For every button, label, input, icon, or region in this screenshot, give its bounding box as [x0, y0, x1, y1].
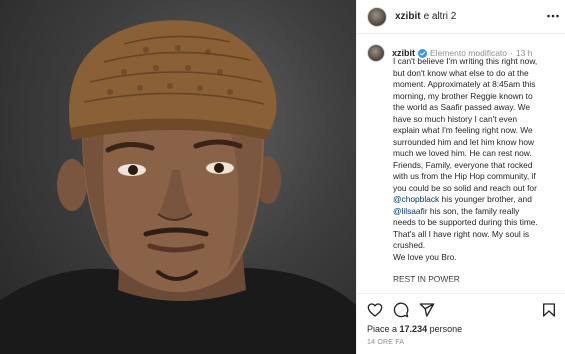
caption-line: crushed.: [393, 240, 426, 250]
caption-line: @lilsaafir his son, the family really: [393, 206, 561, 218]
header-username[interactable]: xzibit: [395, 11, 421, 22]
caption-line: I can't believe I'm writing this right n…: [393, 56, 538, 66]
caption-line: much we loved him. He can rest now.: [393, 148, 532, 158]
caption-area[interactable]: xzibit Elemento modificato · 13 h I can'…: [357, 35, 565, 293]
portrait-illustration: [0, 20, 356, 354]
caption-line-rest: his son, the family really: [427, 205, 520, 216]
header-others[interactable]: e altri 2: [424, 11, 457, 22]
mention-link[interactable]: @chopblack: [393, 194, 439, 204]
caption-line: We love you Bro.: [393, 251, 457, 262]
likes-count[interactable]: Piace a 17.234 persone: [367, 324, 462, 334]
save-button[interactable]: [541, 302, 557, 318]
caption-avatar[interactable]: [367, 44, 385, 62]
like-button[interactable]: [367, 302, 383, 318]
action-bar: [357, 293, 565, 325]
post-sidebar: xzibit e altri 2 xzibit Elemento modific…: [356, 0, 565, 354]
caption-line: That's all I have right now. My soul is: [393, 228, 530, 239]
likes-prefix: Piace a: [367, 324, 398, 334]
comment-icon: [393, 302, 409, 318]
caption-line: moment. Approximately at 8:45am this: [393, 79, 536, 89]
share-icon: [419, 303, 435, 317]
post-photo[interactable]: [0, 0, 356, 354]
caption-line: needs to be supported during this time.: [393, 217, 538, 227]
bookmark-icon: [543, 303, 555, 317]
post-header: xzibit e altri 2: [357, 0, 565, 34]
caption-text: I can't believe I'm writing this right n…: [393, 56, 561, 286]
caption-line: explain what I'm feeling right now. We: [393, 125, 533, 135]
heart-icon: [367, 303, 383, 317]
caption-line: surrounded him and let him know how: [393, 136, 535, 147]
post-time-ago[interactable]: 14 ORE FA: [367, 339, 404, 346]
caption-line: but don't know what else to do at the: [393, 67, 529, 78]
caption-line: you could be so solid and reach out for: [393, 182, 537, 193]
share-button[interactable]: [419, 302, 435, 318]
likes-suffix: persone: [429, 324, 463, 334]
likes-number: 17.234: [399, 324, 428, 334]
caption-fade: [357, 277, 565, 293]
caption-line: with us from the Hip Hop community, if: [393, 171, 536, 181]
caption-line-rest: his younger brother, and: [439, 194, 532, 204]
mention-link[interactable]: @lilsaafir: [393, 206, 428, 216]
caption-line: the world as Saafir passed away. We: [393, 102, 531, 112]
more-options-icon[interactable]: [546, 9, 560, 23]
caption-line: @chopblack his younger brother, and: [393, 194, 561, 206]
caption-line: Friends, Family, everyone that rocked: [393, 159, 533, 170]
avatar[interactable]: [367, 6, 387, 27]
comment-button[interactable]: [393, 302, 409, 318]
caption-line: have so much history I can't even: [393, 113, 518, 124]
caption-line: morning, my brother Reggie known to: [393, 90, 533, 101]
